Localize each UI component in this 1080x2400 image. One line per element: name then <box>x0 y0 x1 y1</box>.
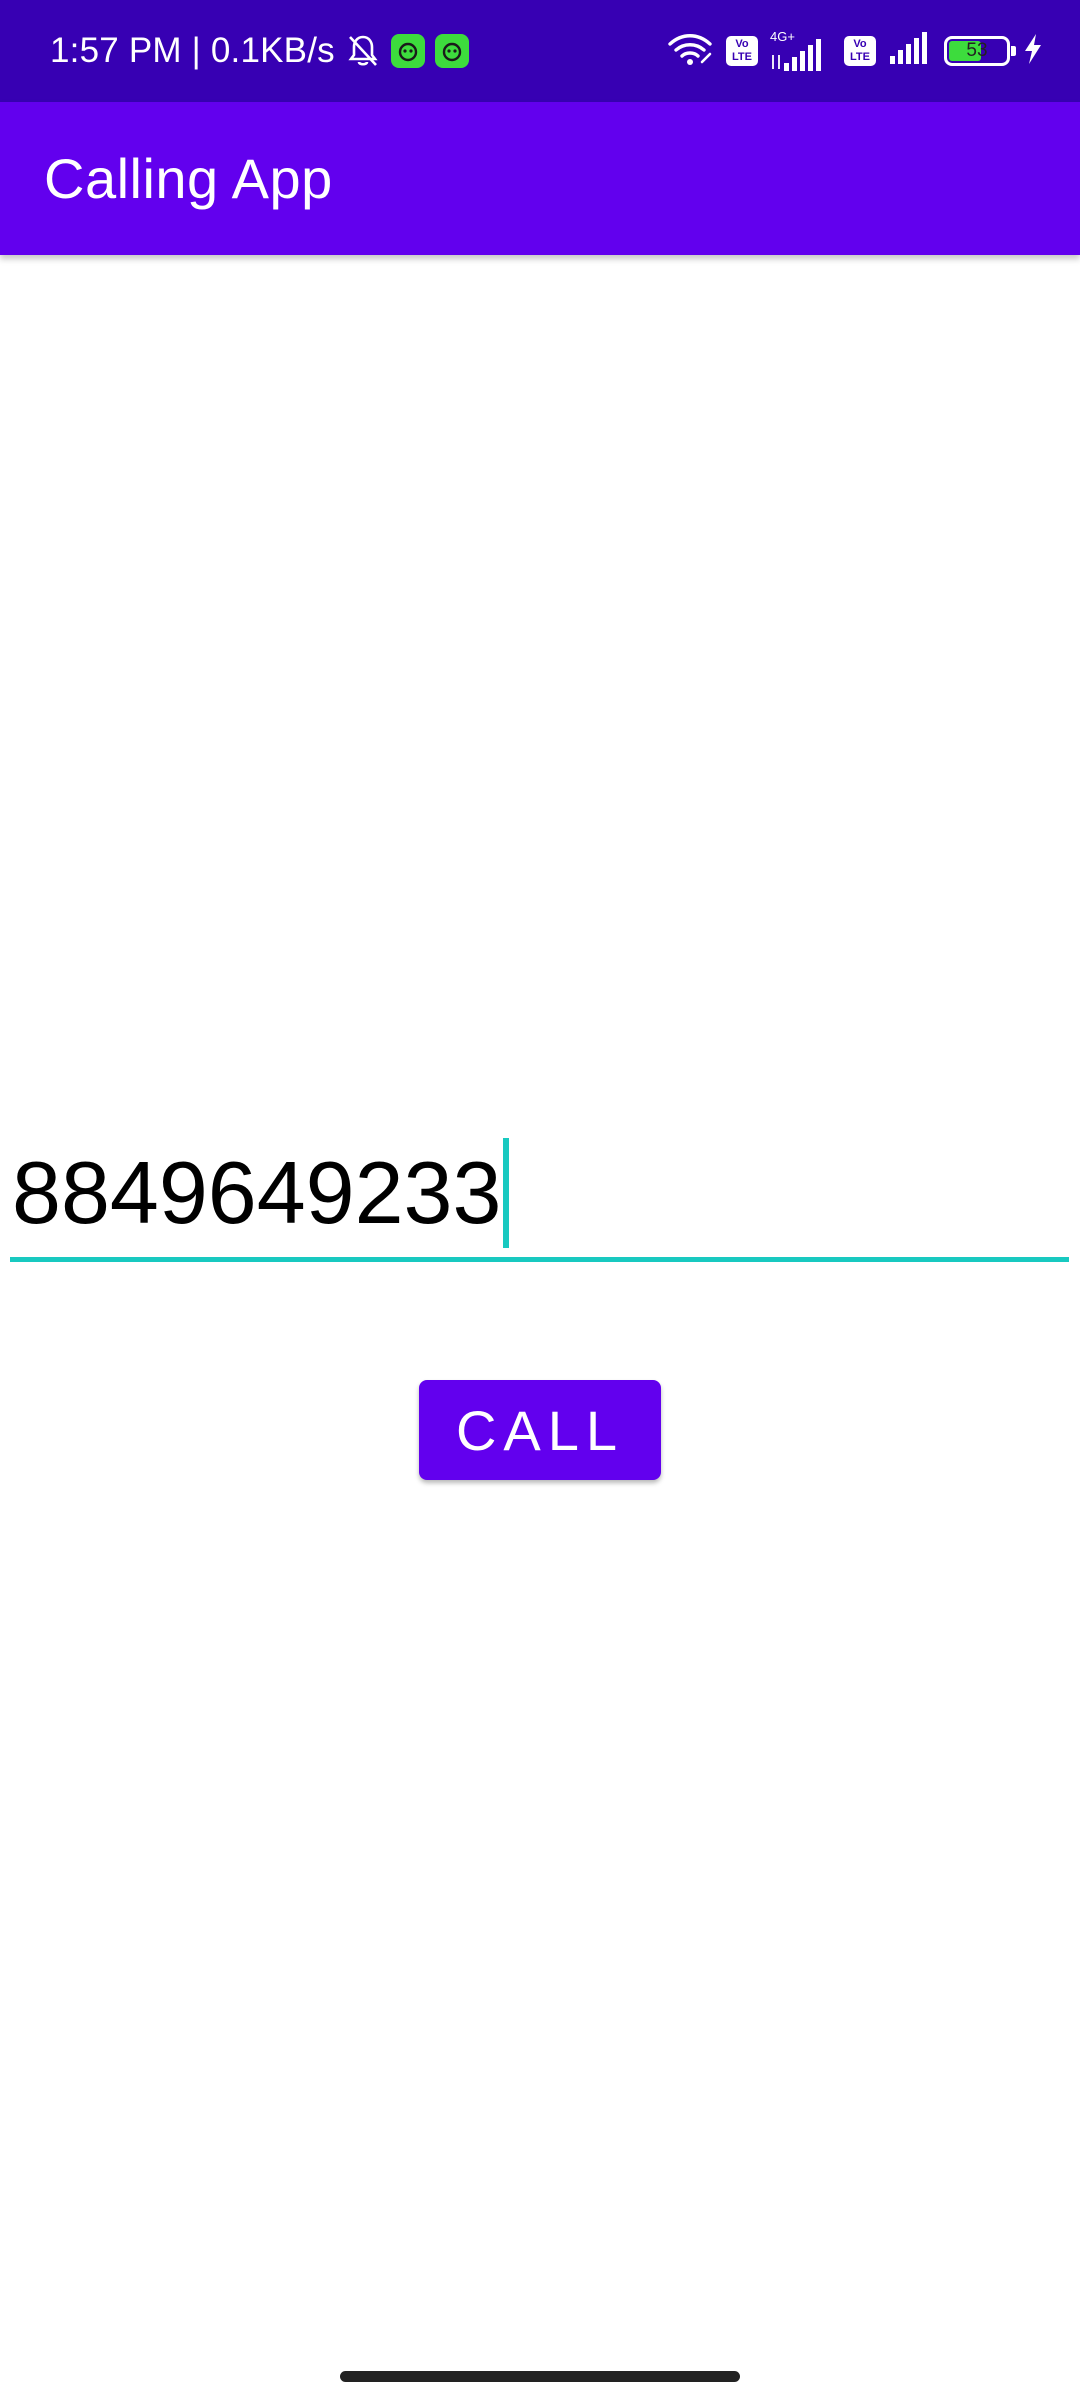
signal-icon: 4G+ <box>770 29 832 73</box>
app-notification-icon <box>434 34 469 68</box>
status-bar: 1:57 PM | 0.1KB/s Vo LTE 4G+ Vo LTE 53 <box>0 0 1080 102</box>
status-time: 1:57 PM | 0.1KB/s <box>50 31 335 70</box>
muted-notifications-icon <box>345 33 381 69</box>
volte-icon: Vo LTE <box>844 36 876 66</box>
status-bar-left: 1:57 PM | 0.1KB/s <box>50 0 469 102</box>
volte-icon: Vo LTE <box>726 36 758 66</box>
phone-number-value: 8849649233 <box>12 1143 502 1242</box>
home-indicator[interactable] <box>340 2371 740 2382</box>
call-button[interactable]: CALL <box>419 1380 661 1480</box>
battery-icon: 53 <box>944 36 1016 66</box>
text-cursor <box>503 1138 510 1248</box>
battery-level: 53 <box>966 40 988 61</box>
battery-terminal <box>1011 46 1016 56</box>
wifi-icon <box>666 32 714 71</box>
signal-icon <box>888 31 932 71</box>
input-underline <box>10 1257 1069 1262</box>
app-bar: Calling App <box>0 102 1080 255</box>
phone-number-input[interactable]: 8849649233 <box>10 1128 1069 1262</box>
charging-icon <box>1022 33 1044 70</box>
phone-number-field[interactable]: 8849649233 <box>12 1128 510 1258</box>
app-notification-icon <box>390 34 425 68</box>
app-title: Calling App <box>44 147 333 210</box>
status-bar-right: Vo LTE 4G+ Vo LTE 53 <box>666 0 1044 102</box>
